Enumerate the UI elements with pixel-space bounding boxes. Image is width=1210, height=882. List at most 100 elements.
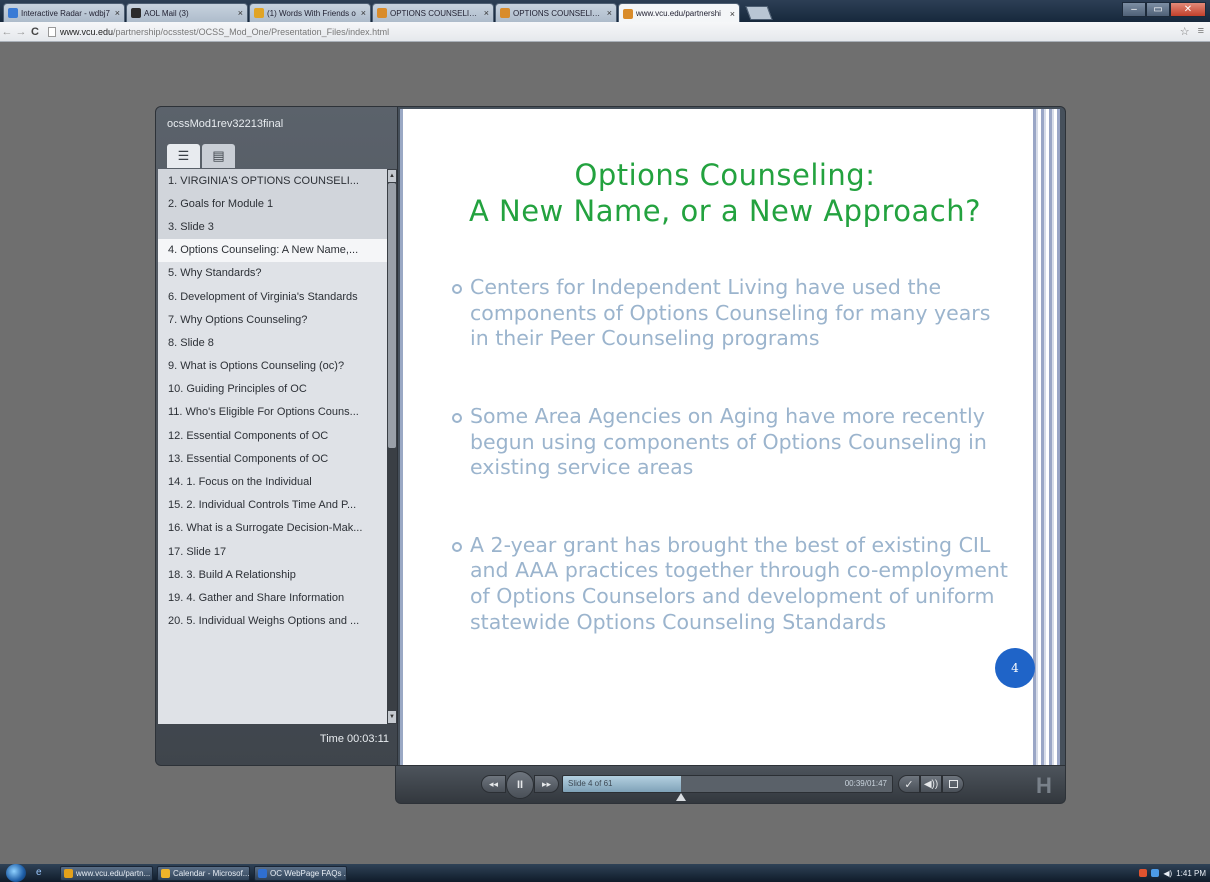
taskbar-button[interactable]: Calendar - Microsof... <box>157 865 250 881</box>
slide-list-item[interactable]: 4. Options Counseling: A New Name,... <box>158 238 387 262</box>
browser-tab[interactable]: AOL Mail (3) × <box>126 3 248 22</box>
scroll-down-icon[interactable]: ▼ <box>388 711 396 723</box>
system-tray: ◀) 1:41 PM <box>1139 869 1206 878</box>
slide-title-line2: A New Name, or a New Approach? <box>468 194 982 229</box>
slide-list-item[interactable]: 10. Guiding Principles of OC <box>158 378 387 401</box>
tab-close-icon[interactable]: × <box>730 9 735 19</box>
browser-tab[interactable]: Interactive Radar - wdbj7 × <box>3 3 125 22</box>
reload-icon[interactable]: C <box>28 26 42 38</box>
fullscreen-button[interactable] <box>942 775 964 793</box>
slide-list-item[interactable]: 8. Slide 8 <box>158 331 387 354</box>
minimize-button[interactable]: – <box>1122 2 1146 17</box>
bullet-item: A 2-year grant has brought the best of e… <box>452 533 1012 636</box>
network-icon[interactable] <box>1151 869 1160 877</box>
tab-favicon-icon <box>8 8 18 18</box>
tab-close-icon[interactable]: × <box>607 8 612 18</box>
bookmark-star-icon[interactable]: ☆ <box>1180 25 1190 38</box>
pause-button[interactable]: II <box>506 771 534 799</box>
address-bar[interactable]: www.vcu.edu/partnership/ocsstest/OCSS_Mo… <box>48 26 1180 37</box>
presentation-player: ocssMod1rev32213final ☰ ▤ 1. VIRGINIA'S … <box>155 106 1066 804</box>
browser-tab[interactable]: (1) Words With Friends o × <box>249 3 371 22</box>
tab-close-icon[interactable]: × <box>115 8 120 18</box>
browser-toolbar: ← → C www.vcu.edu/partnership/ocsstest/O… <box>0 22 1210 42</box>
slide-title: Options Counseling: A New Name, or a New… <box>420 157 1030 230</box>
bullet-circle-icon <box>452 284 462 294</box>
volume-button[interactable]: ◀)) <box>920 775 942 793</box>
player-sidebar: ocssMod1rev32213final ☰ ▤ 1. VIRGINIA'S … <box>155 106 398 766</box>
tab-favicon-icon <box>377 8 387 18</box>
new-tab-button[interactable] <box>745 6 773 20</box>
tab-favicon-icon <box>131 8 141 18</box>
slide-list-item[interactable]: 11. Who's Eligible For Options Couns... <box>158 401 387 424</box>
slide-list-item[interactable]: 12. Essential Components of OC <box>158 424 387 447</box>
tab-title: www.vcu.edu/partnershi <box>636 9 721 18</box>
slide-list-item[interactable]: 15. 2. Individual Controls Time And P... <box>158 494 387 517</box>
slide-list-item[interactable]: 7. Why Options Counseling? <box>158 308 387 331</box>
window-controls: – ▭ ✕ <box>1122 2 1206 17</box>
browser-tab[interactable]: OPTIONS COUNSELING S × <box>372 3 494 22</box>
slide-list-item[interactable]: 14. 1. Focus on the Individual <box>158 470 387 493</box>
slide-list-item[interactable]: 2. Goals for Module 1 <box>158 192 387 216</box>
fullscreen-icon <box>948 780 958 788</box>
tab-favicon-icon <box>254 8 264 18</box>
taskbar-button-label: OC WebPage FAQs ... <box>270 868 347 878</box>
slide-list-item[interactable]: 6. Development of Virginia's Standards <box>158 285 387 308</box>
slide-outline-list: 1. VIRGINIA'S OPTIONS COUNSELI... 2. Goal… <box>158 169 387 724</box>
tab-close-icon[interactable]: × <box>238 8 243 18</box>
next-slide-button[interactable]: ▸▸ <box>534 775 559 793</box>
browser-tab[interactable]: OPTIONS COUNSELING S × <box>495 3 617 22</box>
close-window-button[interactable]: ✕ <box>1170 2 1206 17</box>
taskbar-button[interactable]: OC WebPage FAQs ... <box>254 865 347 881</box>
ie-quicklaunch-icon[interactable]: e <box>36 867 50 879</box>
notes-tab[interactable]: ▤ <box>202 144 235 168</box>
page-icon <box>48 26 56 37</box>
scroll-up-icon[interactable]: ▲ <box>388 170 396 182</box>
slide-list-item[interactable]: 9. What is Options Counseling (oc)? <box>158 355 387 378</box>
bullet-item: Some Area Agencies on Aging have more re… <box>452 404 1012 481</box>
tray-app-icon[interactable] <box>1139 869 1148 877</box>
slide-list-item[interactable]: 19. 4. Gather and Share Information <box>158 586 387 609</box>
tab-title: OPTIONS COUNSELING S <box>513 8 604 18</box>
taskbar-button[interactable]: www.vcu.edu/partn... <box>60 865 153 881</box>
previous-slide-button[interactable]: ◂◂ <box>481 775 506 793</box>
slide-list-item[interactable]: 5. Why Standards? <box>158 262 387 285</box>
volume-tray-icon[interactable]: ◀) <box>1163 869 1172 878</box>
back-icon[interactable]: ← <box>0 26 14 38</box>
notes-icon: ▤ <box>212 148 225 163</box>
slide-list-item[interactable]: 1. VIRGINIA'S OPTIONS COUNSELI... <box>158 169 387 193</box>
slide-list-item[interactable]: 16. What is a Surrogate Decision-Mak... <box>158 517 387 540</box>
checkmark-button[interactable]: ✓ <box>898 775 920 793</box>
slide-list-item[interactable]: 13. Essential Components of OC <box>158 447 387 470</box>
taskbar-app-icon <box>258 868 267 878</box>
bullet-circle-icon <box>452 412 462 423</box>
playback-time-label: 00:39/01:47 <box>844 779 887 788</box>
tab-close-icon[interactable]: × <box>484 8 489 18</box>
menu-icon[interactable]: ≡ <box>1198 25 1204 38</box>
bullet-text: Centers for Independent Living have used… <box>470 275 991 351</box>
slide-list-item[interactable]: 18. 3. Build A Relationship <box>158 563 387 586</box>
outline-tab[interactable]: ☰ <box>167 144 200 168</box>
scrubber-handle[interactable] <box>676 793 687 801</box>
scrollbar-thumb[interactable] <box>388 183 396 448</box>
start-button[interactable] <box>6 864 26 882</box>
taskbar-button-label: www.vcu.edu/partn... <box>76 868 151 878</box>
outline-scrollbar[interactable]: ▲ ▼ <box>387 169 397 724</box>
tab-close-icon[interactable]: × <box>361 8 366 18</box>
slide-frame: Options Counseling: A New Name, or a New… <box>398 106 1066 766</box>
taskbar-app-icon <box>64 868 73 878</box>
progress-bar[interactable]: Slide 4 of 61 00:39/01:47 <box>562 775 893 793</box>
bullet-text: A 2-year grant has brought the best of e… <box>470 532 1008 634</box>
bullet-circle-icon <box>452 541 462 552</box>
tab-favicon-icon <box>623 8 633 19</box>
forward-icon[interactable]: → <box>14 26 28 38</box>
tab-title: AOL Mail (3) <box>144 8 189 18</box>
slide-list-item[interactable]: 20. 5. Individual Weighs Options and ... <box>158 610 387 633</box>
slide-canvas[interactable]: Options Counseling: A New Name, or a New… <box>400 109 1060 765</box>
browser-tab[interactable]: www.vcu.edu/partnershi × <box>618 3 740 23</box>
slide-list-item[interactable]: 17. Slide 17 <box>158 540 387 563</box>
maximize-button[interactable]: ▭ <box>1146 2 1170 17</box>
playback-controls: ◂◂ II ▸▸ Slide 4 of 61 00:39/01:47 ✓ ◀))… <box>395 766 1066 804</box>
url-host: www.vcu.edu <box>60 26 114 37</box>
slide-list-item[interactable]: 3. Slide 3 <box>158 215 387 239</box>
taskbar-clock[interactable]: 1:41 PM <box>1176 869 1206 878</box>
